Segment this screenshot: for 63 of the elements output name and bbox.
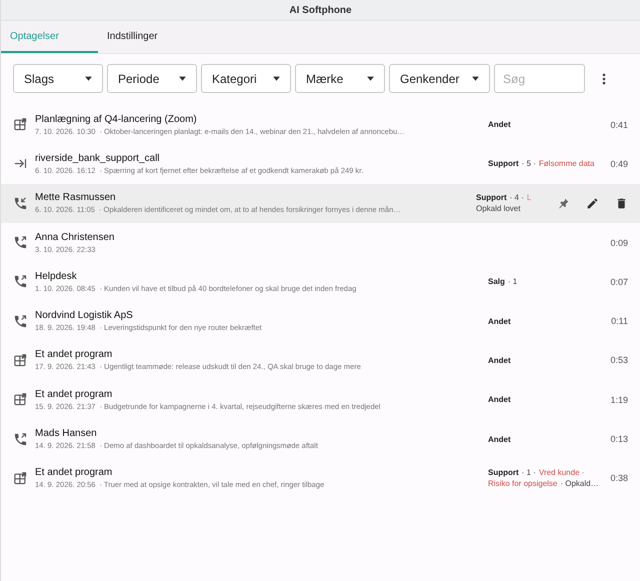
app-window-icon: [13, 470, 28, 486]
recording-title: Et andet program: [35, 467, 114, 478]
tag-label: Support: [488, 159, 519, 168]
recording-title: riverside_bank_support_call: [35, 152, 161, 164]
duration: 0:49: [609, 158, 628, 169]
outgoing-call-icon: [13, 314, 28, 329]
warning-tag: Følsomme data: [538, 159, 594, 168]
app-window-icon: [13, 392, 28, 408]
trash-icon[interactable]: [615, 196, 628, 210]
duration: 0:38: [609, 473, 628, 484]
duration: 0:07: [609, 276, 628, 287]
duration: 0:41: [609, 120, 628, 130]
tag-label: Opkald lovet: [476, 204, 520, 214]
recording-title: Anna Christensen: [35, 232, 116, 243]
window-title: AI Softphone: [289, 4, 352, 16]
tag-label: Andet: [488, 316, 511, 326]
duration: 0:13: [609, 434, 628, 444]
app-window-icon: [13, 117, 28, 132]
tab[interactable]: Indstillinger: [98, 21, 184, 53]
filter-dropdown[interactable]: Genkender: [389, 64, 490, 93]
tag-label: · 5 ·: [522, 159, 536, 168]
app-window-icon: [13, 352, 28, 368]
recording-title: Et andet program: [35, 349, 114, 360]
warning-tag: L: [526, 193, 532, 202]
recording-title: Mads Hansen: [35, 428, 98, 440]
search-field[interactable]: Søg: [494, 64, 585, 93]
recording-title: Et andet program: [35, 388, 114, 400]
filter-dropdown[interactable]: Slags: [13, 64, 103, 93]
tag-label: · 1: [508, 277, 518, 286]
recording-title: Helpdesk: [35, 270, 78, 282]
warning-tag: Vred kunde ·: [538, 468, 584, 478]
caret-icon: [84, 74, 93, 83]
recording-title: Mette Rasmussen: [35, 192, 117, 204]
caret-icon: [272, 74, 281, 83]
tag-label: Andet: [488, 356, 511, 365]
incoming-call-icon: [13, 196, 28, 211]
caret-icon: [366, 74, 375, 83]
warning-tag: Risiko for opsigelse: [488, 479, 558, 488]
tag-label: Andet: [488, 395, 511, 404]
tag-label: · 4 ·: [510, 193, 524, 202]
outgoing-call-icon: [13, 235, 28, 250]
tag-label: Support: [488, 468, 519, 478]
tag-label: Andet: [488, 434, 511, 444]
duration: 0:11: [610, 316, 628, 326]
tag-label: · Opkald…: [560, 479, 599, 488]
caret-icon: [471, 74, 480, 83]
outgoing-call-icon: [13, 274, 28, 290]
filter-dropdown[interactable]: Periode: [107, 64, 197, 93]
tag-label: Support: [476, 193, 507, 202]
duration: 0:09: [609, 238, 628, 248]
filter-dropdown[interactable]: Mærke: [295, 64, 385, 93]
duration: 1:19: [609, 394, 628, 405]
tag-label: Andet: [488, 120, 511, 130]
recording-title: Nordvind Logistik ApS: [35, 310, 134, 322]
duration: 0:53: [609, 355, 628, 366]
caret-icon: [178, 74, 187, 83]
tag-label: Salg: [488, 277, 505, 286]
pin-icon[interactable]: [557, 196, 570, 210]
recording-title: Planlægning af Q4-lancering (Zoom): [35, 114, 198, 125]
outgoing-call-icon: [13, 432, 28, 447]
tag-label: · 1 ·: [522, 468, 536, 478]
filter-dropdown[interactable]: Kategori: [201, 64, 291, 93]
pencil-icon[interactable]: [586, 196, 599, 210]
